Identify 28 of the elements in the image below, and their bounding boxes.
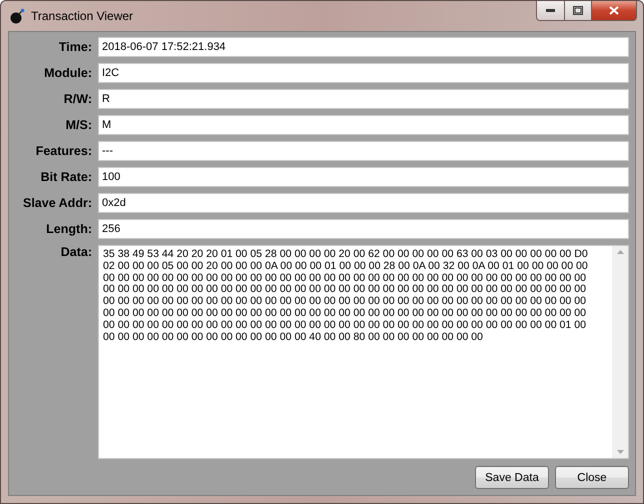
field-label: Slave Addr: <box>22 196 92 210</box>
field-label: R/W: <box>62 92 92 106</box>
field-label: Bit Rate: <box>40 170 92 184</box>
window-title: Transaction Viewer <box>31 9 134 23</box>
maximize-icon <box>573 6 583 15</box>
field-label: Module: <box>43 66 92 80</box>
minimize-icon <box>546 9 555 12</box>
text-field[interactable]: --- <box>98 141 629 161</box>
field-label: Features: <box>34 144 92 158</box>
close-button[interactable]: Close <box>555 466 629 489</box>
bomb-icon <box>9 8 25 24</box>
window-close-button[interactable] <box>591 1 637 21</box>
text-field[interactable]: M <box>98 115 629 135</box>
text-field[interactable]: I2C <box>98 63 629 83</box>
save-data-button[interactable]: Save Data <box>475 466 549 489</box>
maximize-button[interactable] <box>564 1 592 21</box>
data-text-area[interactable]: 35 38 49 53 44 20 20 20 01 00 05 28 00 00 00 00 20 00 62 00 00 00 00 00 63 00 03 00 00 00 00 00 D0 02 00 00 00 05 00 00 20 00 00 00 0A 00 00 00 01 00 00 00 28 00 0A 00 32 00 0A 00 01 00 00 00 00 00 00 00 00 00 00 00 00 00 00 00 00 00 00 00 00 00 00 00 00 00 00 00 00 00 00 00 00 00 00 00 00 00 00 00 00 00 00 00 00 00 00 00 00 00 00 00 00 00 00 00 00 00 00 00 00 00 00 00 00 00 00 00 00 00 00 00 00 00 00 00 00 00 00 00 00 00 00 00 00 00 00 00 00 00 00 00 00 00 00 00 00 00 00 00 00 00 00 00 00 00 00 00 00 00 00 00 00 00 00 00 00 00 00 00 00 00 00 00 00 00 00 00 00 00 00 00 00 00 00 00 00 00 00 00 00 00 00 00 00 00 00 00 00 00 00 00 00 00 00 00 00 00 00 00 00 00 00 00 00 00 00 00 00 01 00 00 00 00 00 00 00 00 00 00 00 00 00 00 00 40 00 00 80 00 00 00 00 00 00 00 00 <box>98 245 629 459</box>
minimize-button[interactable] <box>536 1 565 21</box>
text-field[interactable]: 2018-06-07 17:52:21.934 <box>98 37 629 57</box>
field-label: Data: <box>60 245 92 259</box>
field-label: M/S: <box>64 118 92 132</box>
close-icon <box>609 6 619 15</box>
text-field[interactable]: 0x2d <box>98 193 629 213</box>
text-field[interactable]: 256 <box>98 219 629 239</box>
field-label: Time: <box>58 40 92 54</box>
text-field[interactable]: R <box>98 89 629 109</box>
field-label: Length: <box>45 222 92 236</box>
text-field[interactable]: 100 <box>98 167 629 187</box>
